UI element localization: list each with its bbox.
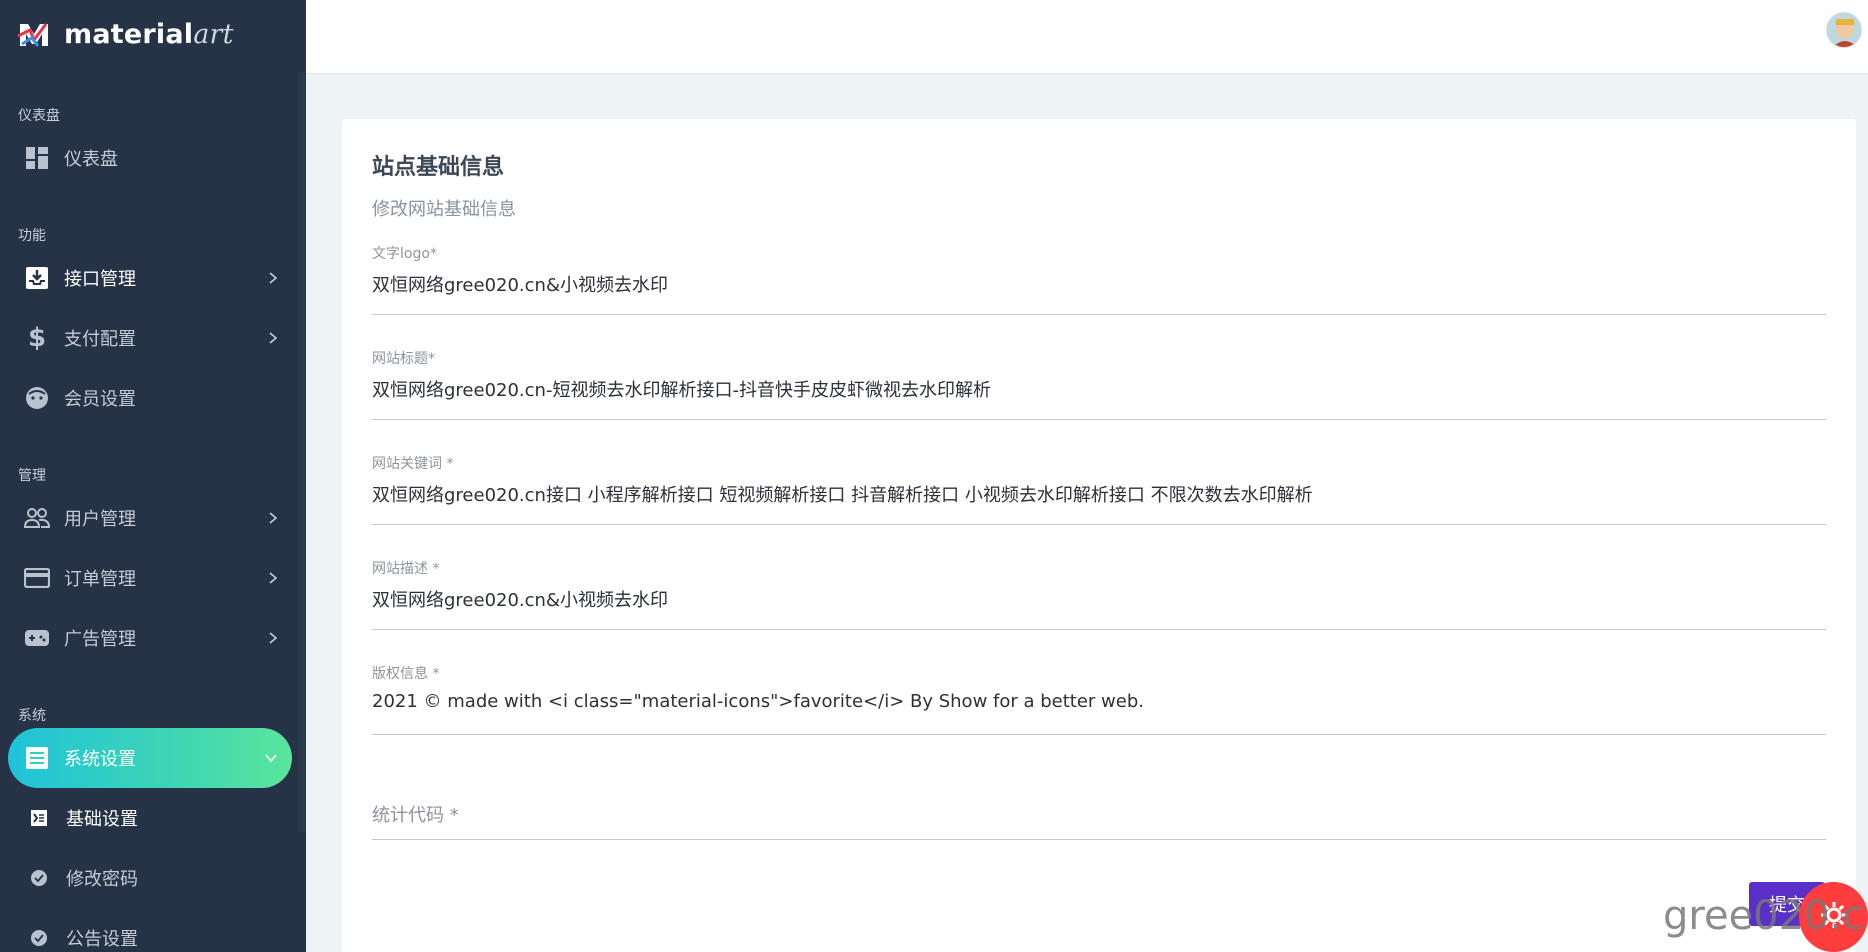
text-logo-input[interactable]: 双恒网络gree020.cn&小视频去水印 — [372, 271, 668, 297]
chevron-right-icon — [269, 572, 278, 584]
section-label-features: 功能 — [18, 228, 46, 244]
sidebar-subitem-label: 公告设置 — [66, 929, 138, 950]
stats-code-field[interactable]: 统计代码 * — [372, 735, 1826, 840]
dashboard-icon — [24, 145, 50, 171]
field-label: 文字logo* — [372, 246, 437, 262]
site-description-field[interactable]: 网站描述 * 双恒网络gree020.cn&小视频去水印 — [372, 525, 1826, 630]
chevron-down-icon — [265, 754, 277, 763]
field-label: 网站描述 * — [372, 561, 440, 577]
face-icon — [24, 385, 50, 411]
field-label: 网站标题* — [372, 351, 435, 367]
sidebar-item-ad-management[interactable]: 广告管理 — [0, 608, 306, 668]
materialart-logo-icon — [16, 16, 52, 52]
site-title-field[interactable]: 网站标题* 双恒网络gree020.cn-短视频去水印解析接口-抖音快手皮皮虾微… — [372, 315, 1826, 420]
sidebar-item-label: 仪表盘 — [64, 149, 118, 170]
chevron-right-icon — [269, 272, 278, 284]
chevron-right-icon — [269, 512, 278, 524]
field-label: 版权信息 * — [372, 666, 440, 682]
section-label-management: 管理 — [18, 468, 46, 484]
people-icon — [24, 505, 50, 531]
indent-icon — [30, 809, 48, 827]
top-bar — [306, 0, 1868, 74]
sidebar-item-label: 系统设置 — [64, 749, 136, 770]
sidebar-item-member-settings[interactable]: 会员设置 — [0, 368, 306, 428]
watermark: gree020.cn — [1663, 893, 1868, 939]
sidebar-item-label: 支付配置 — [64, 329, 136, 350]
chevron-right-icon — [269, 332, 278, 344]
site-info-card: 站点基础信息 修改网站基础信息 文字logo* 双恒网络gree020.cn&小… — [342, 119, 1856, 952]
gamepad-icon — [24, 625, 50, 651]
sidebar-item-label: 接口管理 — [64, 269, 136, 290]
sidebar-subitem-change-password[interactable]: 修改密码 — [0, 848, 306, 908]
card-title: 站点基础信息 — [372, 155, 505, 180]
sidebar-item-order-management[interactable]: 订单管理 — [0, 548, 306, 608]
sidebar-item-user-management[interactable]: 用户管理 — [0, 488, 306, 548]
site-keywords-input[interactable]: 双恒网络gree020.cn接口 小程序解析接口 短视频解析接口 抖音解析接口 … — [372, 481, 1313, 507]
card-icon — [24, 565, 50, 591]
sidebar-subitem-label: 基础设置 — [66, 809, 138, 830]
site-title-input[interactable]: 双恒网络gree020.cn-短视频去水印解析接口-抖音快手皮皮虾微视去水印解析 — [372, 376, 991, 402]
sidebar-item-label: 会员设置 — [64, 389, 136, 410]
sidebar-item-label: 用户管理 — [64, 509, 136, 530]
brand[interactable]: materialart — [0, 0, 306, 68]
sidebar-item-dashboard[interactable]: 仪表盘 — [0, 128, 306, 188]
chevron-right-icon — [269, 632, 278, 644]
sidebar-item-label: 订单管理 — [64, 569, 136, 590]
inbox-download-icon — [24, 265, 50, 291]
sidebar-item-payment-config[interactable]: $ 支付配置 — [0, 308, 306, 368]
card-subtitle: 修改网站基础信息 — [372, 199, 516, 220]
sidebar: materialart 仪表盘 仪表盘 功能 接口管理 $ 支付配置 会员设置 … — [0, 0, 306, 952]
sidebar-item-api-management[interactable]: 接口管理 — [0, 248, 306, 308]
copyright-input[interactable]: 2021 © made with <i class="material-icon… — [372, 691, 1144, 712]
sidebar-subitem-basic-settings[interactable]: 基础设置 — [0, 788, 306, 848]
field-label: 网站关键词 * — [372, 456, 454, 472]
section-label-system: 系统 — [18, 708, 46, 724]
copyright-field[interactable]: 版权信息 * 2021 © made with <i class="materi… — [372, 630, 1826, 735]
sidebar-subitem-announcement-settings[interactable]: 公告设置 — [0, 908, 306, 952]
sidebar-item-label: 广告管理 — [64, 629, 136, 650]
dollar-icon: $ — [27, 323, 47, 353]
sidebar-subitem-label: 修改密码 — [66, 869, 138, 890]
site-description-input[interactable]: 双恒网络gree020.cn&小视频去水印 — [372, 586, 668, 612]
section-label-dashboard: 仪表盘 — [18, 108, 60, 124]
site-keywords-field[interactable]: 网站关键词 * 双恒网络gree020.cn接口 小程序解析接口 短视频解析接口… — [372, 420, 1826, 525]
sidebar-item-system-settings[interactable]: 系统设置 — [8, 728, 292, 788]
check-circle-icon — [30, 929, 48, 947]
brand-name: materialart — [64, 18, 234, 50]
stats-code-input[interactable]: 统计代码 * — [372, 801, 459, 827]
avatar[interactable] — [1826, 12, 1862, 48]
text-logo-field[interactable]: 文字logo* 双恒网络gree020.cn&小视频去水印 — [372, 243, 1826, 315]
check-circle-icon — [30, 869, 48, 887]
list-icon — [24, 745, 50, 771]
